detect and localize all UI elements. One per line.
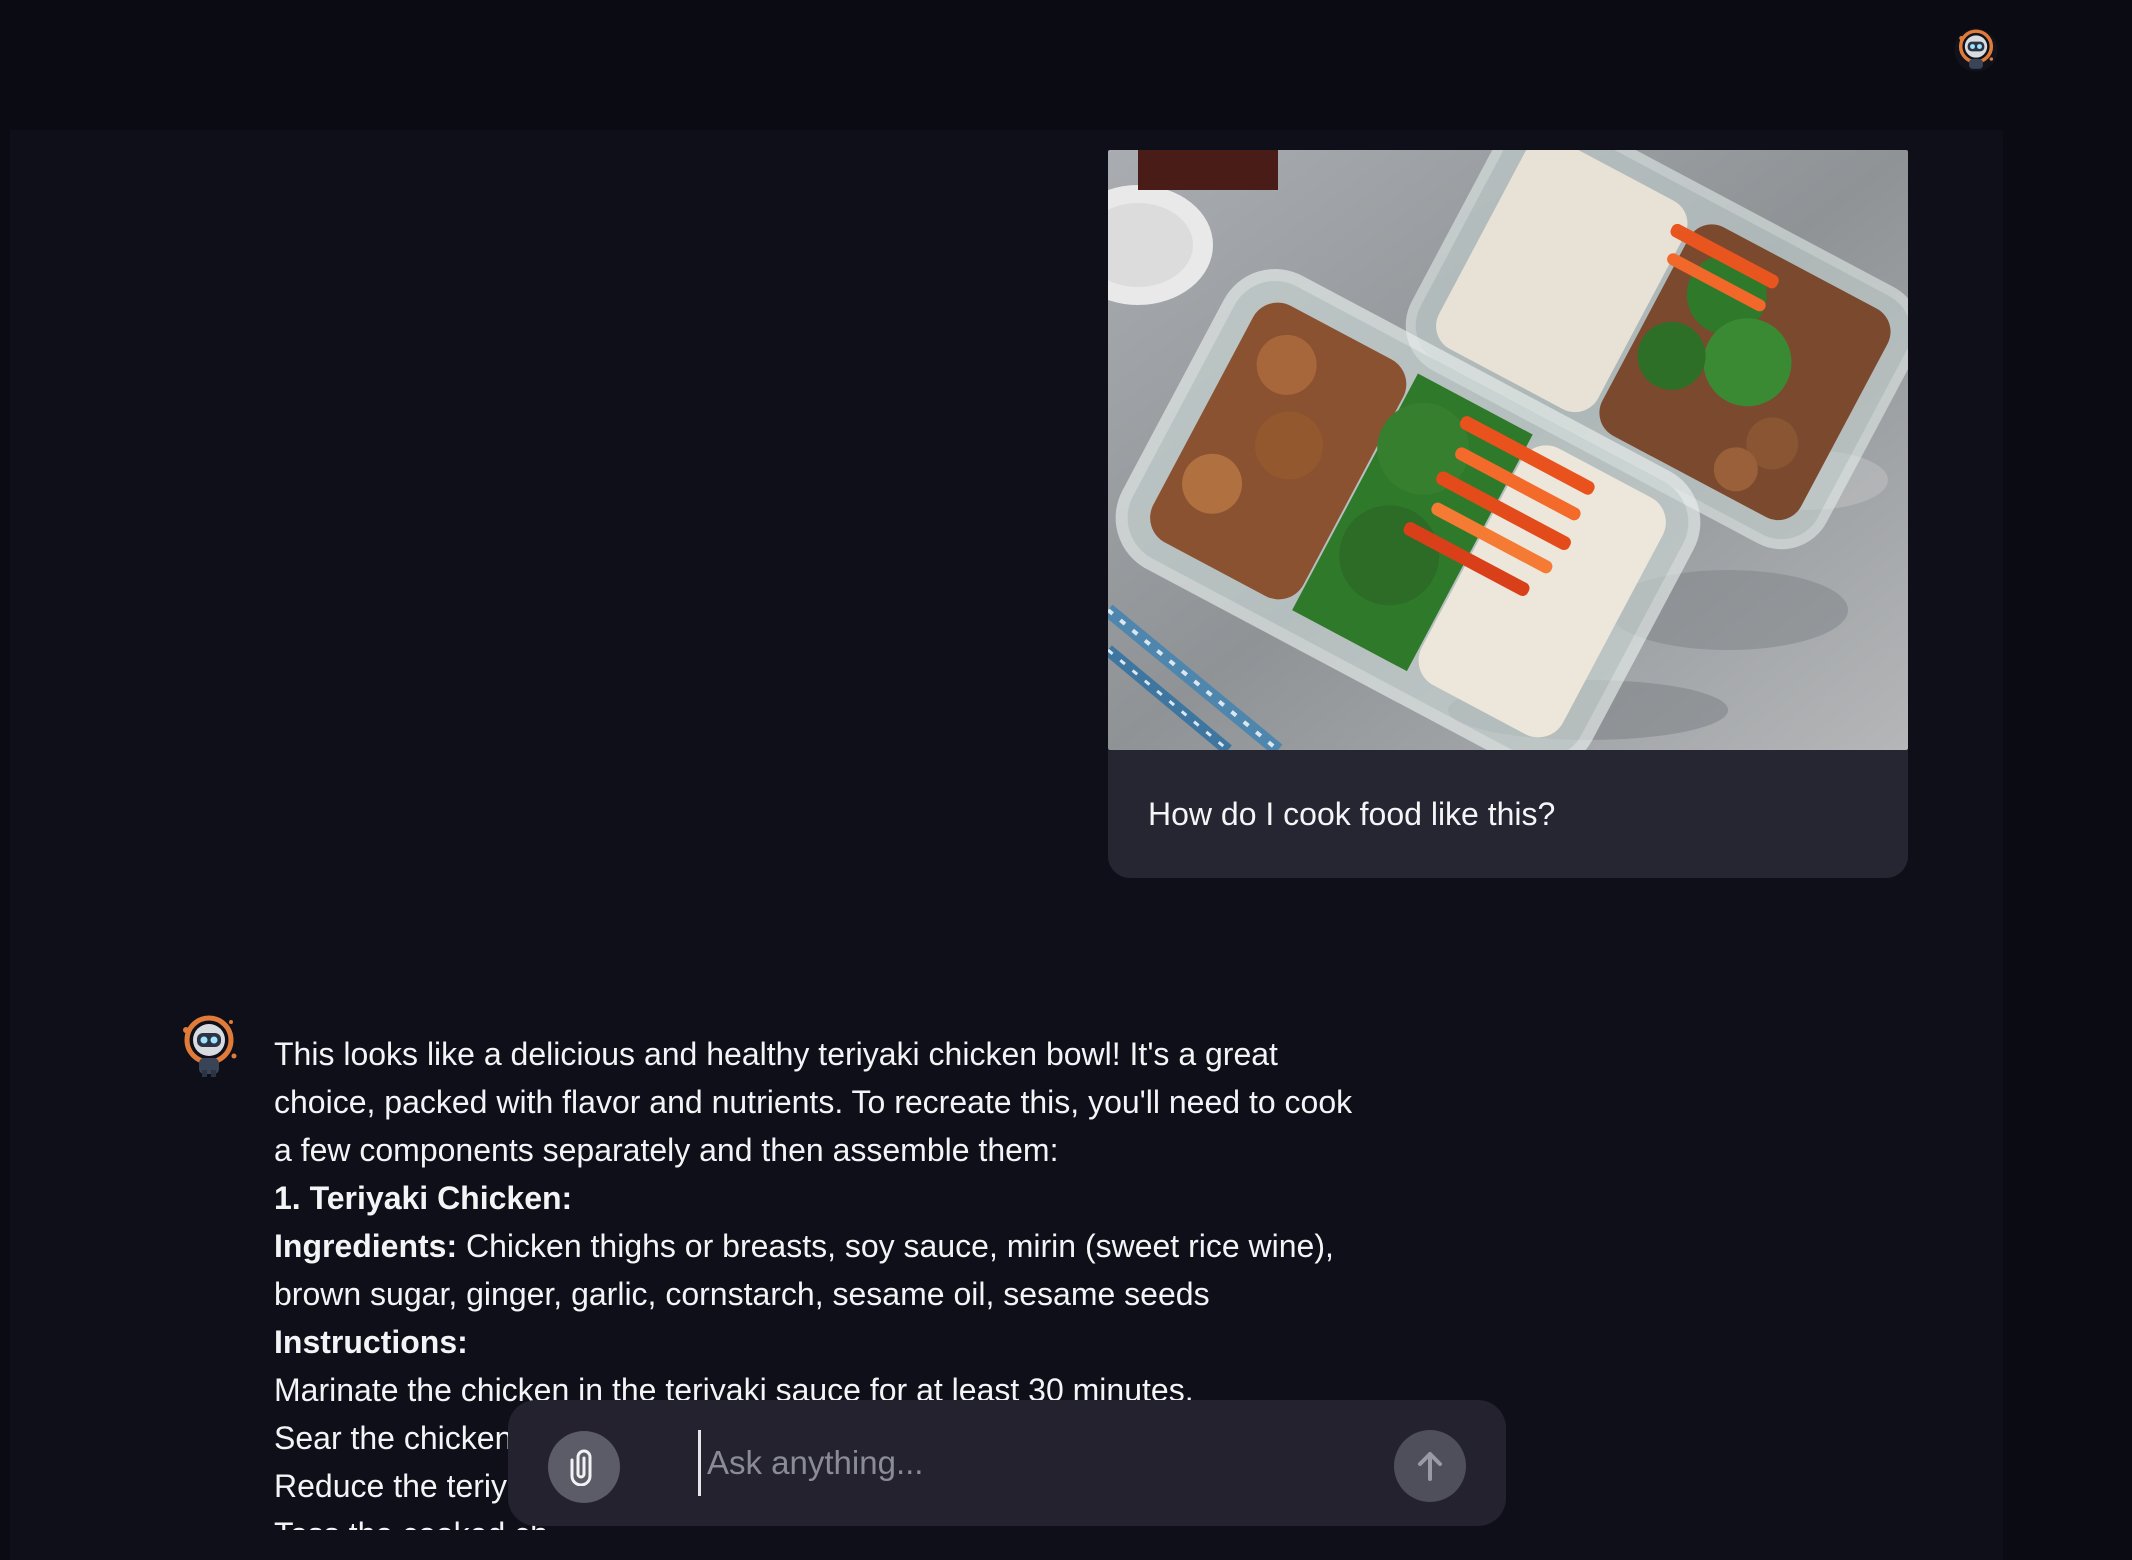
assistant-intro: This looks like a delicious and healthy … [274,1036,1353,1168]
chat-input[interactable] [698,1430,1358,1496]
right-gutter [2003,130,2132,1560]
robot-avatar-icon [1954,28,1998,72]
ingredients-line: Ingredients: Chicken thighs or breasts, … [274,1222,1374,1318]
user-avatar[interactable] [1953,27,1999,73]
section-title: 1. Teriyaki Chicken: [274,1180,573,1216]
instructions-label: Instructions: [274,1324,468,1360]
top-bar [0,0,2132,130]
attach-button[interactable] [548,1431,620,1503]
user-message-bubble: How do I cook food like this? [1108,750,1908,878]
arrow-up-icon [1418,1452,1442,1481]
paperclip-icon [570,1449,592,1486]
assistant-avatar [176,1012,242,1078]
chat-composer [508,1400,1506,1526]
ingredients-label: Ingredients: [274,1228,458,1264]
food-photo-illustration [1108,150,1908,750]
robot-avatar-icon [183,1015,237,1077]
send-button[interactable] [1394,1430,1466,1502]
user-message-text: How do I cook food like this? [1148,795,1556,832]
uploaded-food-image[interactable] [1108,150,1908,750]
